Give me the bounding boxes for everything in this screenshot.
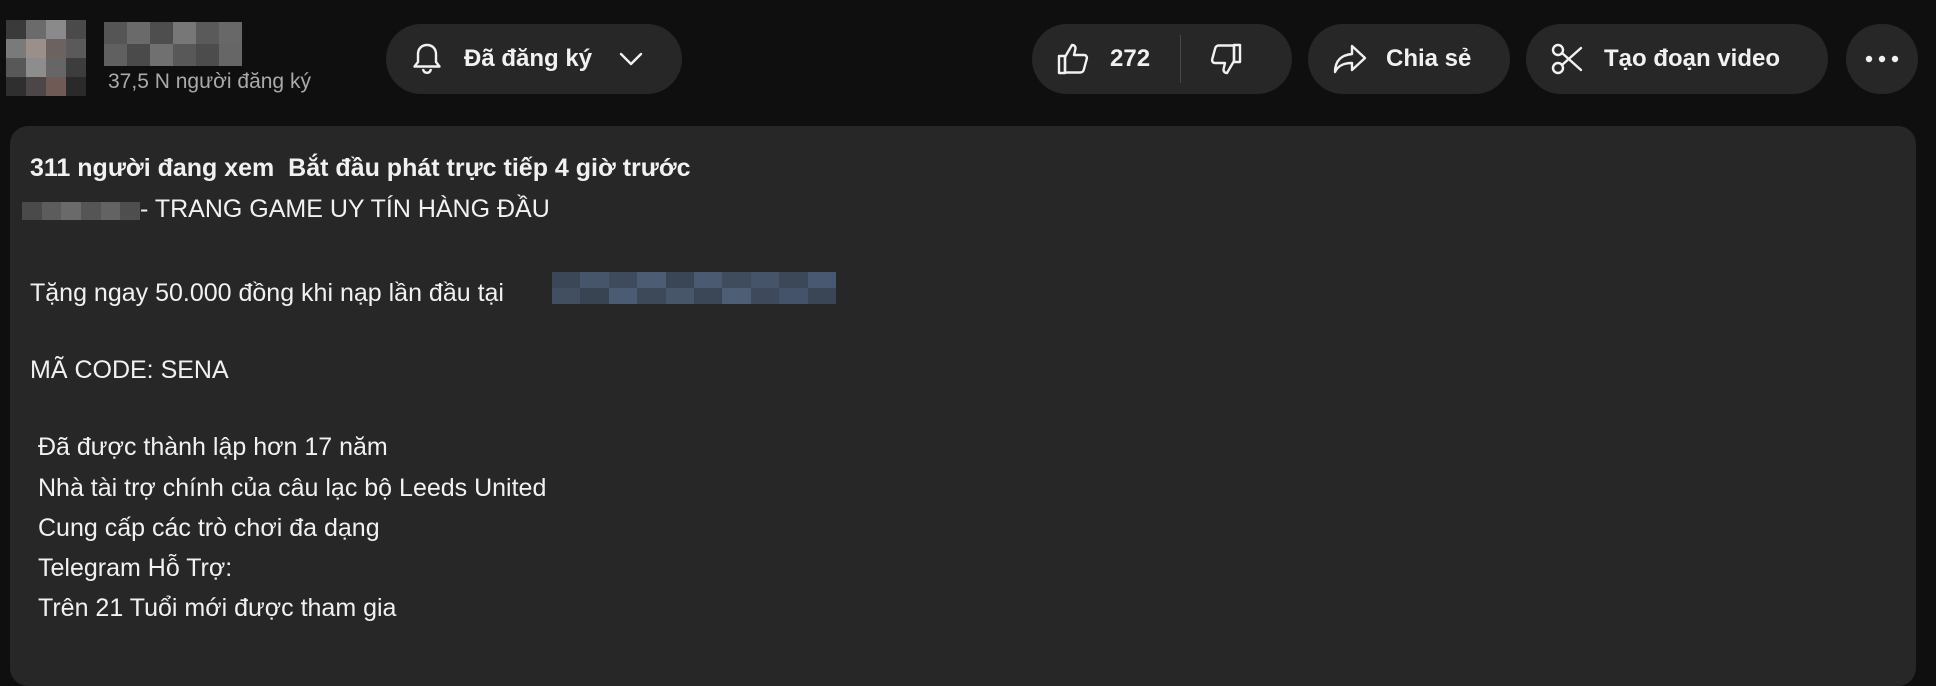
description-line: - TRANG GAME UY TÍN HÀNG ĐẦU <box>140 195 550 223</box>
subscriber-count: 37,5 N người đăng ký <box>108 70 311 93</box>
description-line: Telegram Hỗ Trợ: <box>38 554 233 582</box>
thumbs-up-icon[interactable] <box>1056 41 1092 77</box>
description-line: Cung cấp các trò chơi đa dạng <box>38 514 380 542</box>
channel-name-redacted[interactable] <box>104 22 242 66</box>
bell-icon <box>412 42 442 76</box>
like-dislike-group: 272 <box>1032 24 1292 94</box>
redacted-link[interactable] <box>552 272 836 304</box>
like-count: 272 <box>1110 45 1151 72</box>
description-line: Tặng ngay 50.000 đồng khi nạp lần đầu tạ… <box>30 279 504 307</box>
create-clip-label: Tạo đoạn video <box>1604 45 1781 72</box>
view-stats: 311 người đang xem Bắt đầu phát trực tiế… <box>30 154 691 182</box>
subscribed-label: Đã đăng ký <box>464 45 593 72</box>
description-line: MÃ CODE: SENA <box>30 356 229 384</box>
channel-avatar[interactable] <box>6 20 86 96</box>
create-clip-button[interactable]: Tạo đoạn video <box>1526 24 1828 94</box>
description-line: Trên 21 Tuổi mới được tham gia <box>38 594 397 622</box>
description-line: Nhà tài trợ chính của câu lạc bộ Leeds U… <box>38 474 547 502</box>
more-actions-button[interactable] <box>1846 24 1918 94</box>
description-line: Đã được thành lập hơn 17 năm <box>38 433 388 461</box>
more-horizontal-icon <box>1865 55 1899 63</box>
thumbs-down-icon[interactable] <box>1207 41 1243 77</box>
share-label: Chia sẻ <box>1386 45 1472 72</box>
share-arrow-icon <box>1332 43 1368 75</box>
redacted-site-name <box>22 202 140 220</box>
chevron-down-icon <box>618 51 644 67</box>
like-divider <box>1180 35 1182 83</box>
scissors-icon <box>1550 42 1584 76</box>
share-button[interactable]: Chia sẻ <box>1308 24 1510 94</box>
video-action-bar: 37,5 N người đăng ký Đã đăng ký 272 Chia… <box>0 0 1936 122</box>
subscribed-button[interactable]: Đã đăng ký <box>386 24 682 94</box>
